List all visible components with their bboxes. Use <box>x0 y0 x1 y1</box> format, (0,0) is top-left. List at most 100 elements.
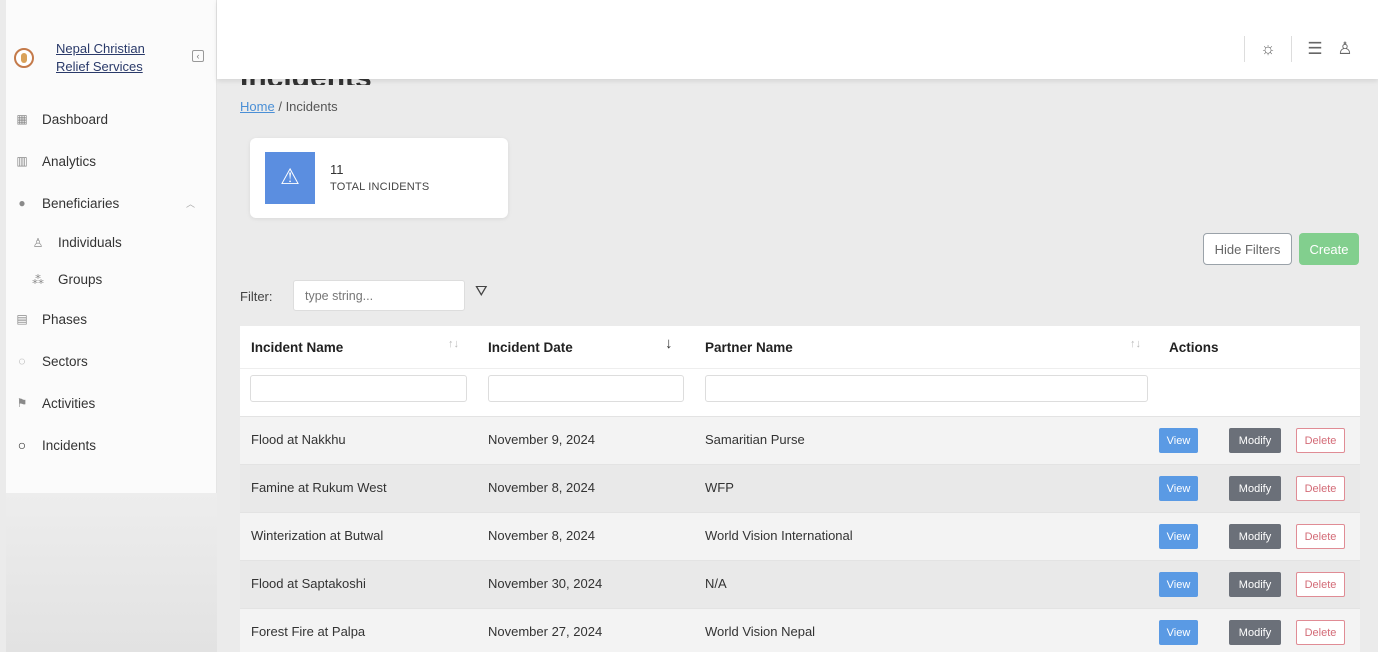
partner-name-cell: World Vision International <box>705 528 853 543</box>
filter-label: Filter: <box>240 289 273 304</box>
activity-icon: ⚑ <box>16 396 28 410</box>
circle-dashed-icon: ◌ <box>18 354 26 368</box>
brand-name-line2: Relief Services <box>56 59 143 74</box>
incident-date-cell: November 27, 2024 <box>488 624 603 639</box>
modify-button[interactable]: Modify <box>1229 572 1281 597</box>
sort-icon[interactable]: ↑↓ <box>1130 338 1141 350</box>
sidebar-item-label: Dashboard <box>42 111 109 127</box>
divider <box>1244 36 1245 62</box>
incident-name-cell: Winterization at Butwal <box>251 528 384 543</box>
table-header: Incident Name ↑↓ Incident Date ↓ Partner… <box>240 326 1360 368</box>
sidebar-item-beneficiaries[interactable]: ● Beneficiaries ︿ <box>6 182 217 224</box>
modify-button[interactable]: Modify <box>1229 428 1281 453</box>
delete-button[interactable]: Delete <box>1296 428 1345 453</box>
dashboard-icon: ▦ <box>16 112 28 126</box>
delete-button[interactable]: Delete <box>1296 572 1345 597</box>
delete-button[interactable]: Delete <box>1296 476 1345 501</box>
view-button[interactable]: View <box>1159 428 1198 453</box>
incident-name-cell: Flood at Saptakoshi <box>251 576 366 591</box>
breadcrumb-home[interactable]: Home <box>240 99 275 114</box>
column-header-actions: Actions <box>1169 340 1219 355</box>
sidebar-nav: ▦ Dashboard ▥ Analytics ● Beneficiaries … <box>6 98 217 466</box>
view-button[interactable]: View <box>1159 476 1198 501</box>
stat-label: TOTAL INCIDENTS <box>330 181 430 193</box>
user-icon: ● <box>18 196 26 210</box>
sidebar-panel: Nepal Christian Relief Services ‹ ▦ Dash… <box>6 0 217 493</box>
table-row: Flood at Nakkhu November 9, 2024 Samarit… <box>240 416 1360 464</box>
sidebar-item-label: Individuals <box>58 235 122 250</box>
filter-icon[interactable]: ⛛ <box>475 283 488 300</box>
modify-button[interactable]: Modify <box>1229 524 1281 549</box>
partner-name-cell: Samaritian Purse <box>705 432 805 447</box>
partner-name-filter-input[interactable] <box>705 375 1148 402</box>
create-button[interactable]: Create <box>1299 233 1359 265</box>
collapse-sidebar-icon[interactable]: ‹ <box>192 50 204 62</box>
partner-name-cell: WFP <box>705 480 734 495</box>
top-bar-icons: ☼ ☰ ♙ <box>1232 36 1356 62</box>
sidebar-item-dashboard[interactable]: ▦ Dashboard <box>6 98 217 140</box>
delete-button[interactable]: Delete <box>1296 620 1345 645</box>
divider <box>1291 36 1292 62</box>
chevron-up-icon[interactable]: ︿ <box>186 197 195 210</box>
filter-input[interactable] <box>293 280 465 311</box>
total-incidents-card: ⚠ 11 TOTAL INCIDENTS <box>250 138 508 218</box>
sun-icon[interactable]: ☼ <box>1257 39 1279 59</box>
incident-name-cell: Forest Fire at Palpa <box>251 624 366 639</box>
breadcrumb: Home / Incidents <box>240 99 338 114</box>
top-bar: ☼ ☰ ♙ <box>217 0 1378 79</box>
view-button[interactable]: View <box>1159 572 1198 597</box>
group-icon: ⁂ <box>32 272 44 287</box>
sidebar-item-phases[interactable]: ▤ Phases <box>6 298 217 340</box>
table-row: Forest Fire at Palpa November 27, 2024 W… <box>240 608 1360 652</box>
incident-date-cell: November 8, 2024 <box>488 528 595 543</box>
column-header-incident-name[interactable]: Incident Name <box>251 340 343 355</box>
brand-name[interactable]: Nepal Christian Relief Services <box>56 40 145 76</box>
incident-date-cell: November 8, 2024 <box>488 480 595 495</box>
delete-button[interactable]: Delete <box>1296 524 1345 549</box>
modify-button[interactable]: Modify <box>1229 620 1281 645</box>
sidebar-item-sectors[interactable]: ◌ Sectors <box>6 340 217 382</box>
sidebar-item-groups[interactable]: ⁂ Groups <box>6 261 217 298</box>
incident-date-cell: November 30, 2024 <box>488 576 603 591</box>
view-button[interactable]: View <box>1159 524 1198 549</box>
incident-date-filter-input[interactable] <box>488 375 684 402</box>
column-header-partner-name[interactable]: Partner Name <box>705 340 793 355</box>
hide-filters-button[interactable]: Hide Filters <box>1203 233 1292 265</box>
stat-value: 11 <box>330 162 344 177</box>
list-icon[interactable]: ☰ <box>1304 39 1326 59</box>
incident-name-cell: Famine at Rukum West <box>251 480 387 495</box>
sidebar-item-label: Sectors <box>42 353 88 369</box>
view-button[interactable]: View <box>1159 620 1198 645</box>
incident-name-filter-input[interactable] <box>250 375 467 402</box>
sidebar-item-label: Incidents <box>42 437 97 453</box>
person-outline-icon: ♙ <box>32 235 44 250</box>
sort-descending-icon[interactable]: ↓ <box>665 335 673 352</box>
sidebar-item-individuals[interactable]: ♙ Individuals <box>6 224 217 261</box>
breadcrumb-current: Incidents <box>285 99 338 114</box>
modify-button[interactable]: Modify <box>1229 476 1281 501</box>
partner-name-cell: N/A <box>705 576 727 591</box>
sidebar: Nepal Christian Relief Services ‹ ▦ Dash… <box>6 0 217 652</box>
sidebar-item-label: Beneficiaries <box>42 195 120 211</box>
brand[interactable]: Nepal Christian Relief Services ‹ <box>6 28 217 88</box>
table-row: Flood at Saptakoshi November 30, 2024 N/… <box>240 560 1360 608</box>
sidebar-item-analytics[interactable]: ▥ Analytics <box>6 140 217 182</box>
sidebar-item-label: Analytics <box>42 153 97 169</box>
sort-icon[interactable]: ↑↓ <box>448 338 459 350</box>
table-row: Winterization at Butwal November 8, 2024… <box>240 512 1360 560</box>
sidebar-item-activities[interactable]: ⚑ Activities <box>6 382 217 424</box>
analytics-icon: ▥ <box>16 154 28 168</box>
sidebar-empty-area <box>6 493 217 652</box>
incident-date-cell: November 9, 2024 <box>488 432 595 447</box>
incident-name-cell: Flood at Nakkhu <box>251 432 346 447</box>
sidebar-item-label: Activities <box>42 395 96 411</box>
sidebar-item-incidents[interactable]: ○ Incidents <box>6 424 217 466</box>
column-filter-row <box>240 368 1360 416</box>
partner-name-cell: World Vision Nepal <box>705 624 816 639</box>
user-outline-icon[interactable]: ♙ <box>1334 39 1356 59</box>
breadcrumb-separator: / <box>278 99 282 114</box>
column-header-incident-date[interactable]: Incident Date <box>488 340 573 355</box>
main-content: Incidents Home / Incidents ⚠ 11 TOTAL IN… <box>217 63 1378 652</box>
table-row: Famine at Rukum West November 8, 2024 WF… <box>240 464 1360 512</box>
brand-name-line1: Nepal Christian <box>56 41 145 56</box>
